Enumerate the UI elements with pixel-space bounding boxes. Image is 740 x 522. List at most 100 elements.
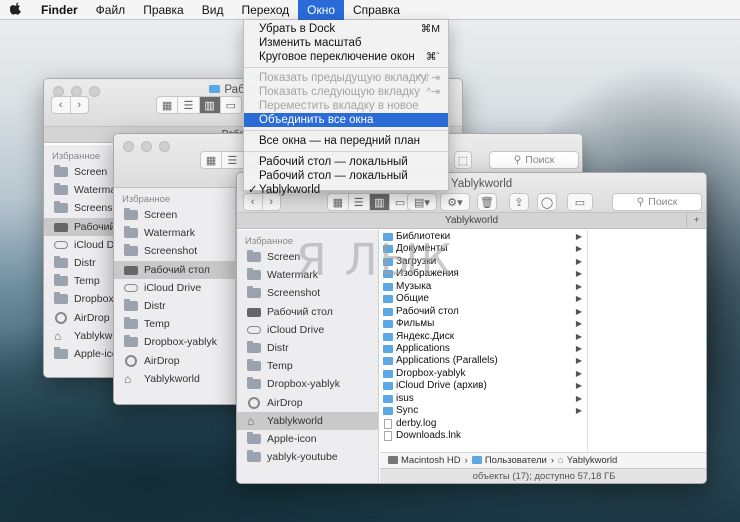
- view-mode-buttons[interactable]: ▦ ☰ ▥ ▭: [156, 96, 242, 114]
- back-arrow-icon[interactable]: ‹: [52, 97, 71, 113]
- sidebar-item-icloud[interactable]: iCloud Drive: [114, 279, 235, 297]
- menu-item-window-2[interactable]: Рабочий стол — локальный: [244, 169, 448, 183]
- disclosure-arrow-icon: ▶: [575, 406, 582, 416]
- list-item[interactable]: Dropbox-yablyk ▶: [380, 368, 587, 380]
- menu-file[interactable]: Файл: [87, 0, 135, 20]
- list-item[interactable]: Фильмы ▶: [380, 318, 587, 330]
- list-item[interactable]: Applications ▶: [380, 343, 587, 355]
- sidebar-item-icloud[interactable]: iCloud Drive: [44, 236, 115, 254]
- list-item[interactable]: Downloads.lnk: [380, 430, 587, 442]
- sidebar-item-dropbox[interactable]: Dropbox-yablyk: [114, 333, 235, 351]
- close-button[interactable]: [123, 141, 134, 152]
- zoom-button[interactable]: [159, 141, 170, 152]
- list-item[interactable]: Общие ▶: [380, 293, 587, 305]
- traffic-lights: [123, 141, 170, 152]
- tags-button[interactable]: ◯: [537, 193, 557, 211]
- list-item[interactable]: isus ▶: [380, 393, 587, 405]
- search-field[interactable]: ⚲ Поиск: [612, 193, 702, 211]
- folder-icon: ▭: [574, 196, 586, 209]
- menu-item-bring-all-front[interactable]: Все окна — на передний план: [244, 134, 448, 148]
- sidebar-item-airdrop[interactable]: AirDrop: [114, 352, 235, 370]
- list-item[interactable]: iCloud Drive (архив) ▶: [380, 380, 587, 392]
- share-button[interactable]: ⬚: [454, 151, 472, 169]
- sidebar-item-apple-icon[interactable]: Apple-icon: [44, 345, 115, 363]
- sidebar-item-desktop[interactable]: Рабочий стол: [237, 303, 378, 321]
- sidebar-item-watermark[interactable]: Watermark: [114, 224, 235, 242]
- share-button[interactable]: ⇪: [509, 193, 529, 211]
- folder-icon: [124, 208, 138, 220]
- sidebar-item-airdrop[interactable]: AirDrop: [44, 309, 115, 327]
- menu-item-window-3[interactable]: ✓ Yablykworld: [244, 183, 448, 197]
- icon-view-icon[interactable]: ▦: [201, 152, 223, 168]
- menu-item-merge-windows[interactable]: Объединить все окна: [244, 113, 448, 127]
- menu-edit[interactable]: Правка: [134, 0, 193, 20]
- menu-view[interactable]: Вид: [193, 0, 233, 20]
- menu-separator: [244, 67, 448, 68]
- sidebar-item-airdrop[interactable]: AirDrop: [237, 394, 378, 412]
- menu-bar: Finder Файл Правка Вид Переход Окно Спра…: [0, 0, 740, 20]
- list-view-icon[interactable]: ☰: [178, 97, 200, 113]
- sidebar-item-desktop[interactable]: Рабочий стол: [44, 217, 115, 236]
- sidebar-item-desktop[interactable]: Рабочий стол: [114, 260, 235, 279]
- window-title: ⌂Yablykworld: [437, 178, 513, 190]
- sidebar-item-youtube[interactable]: yablyk-youtube: [237, 448, 378, 466]
- sidebar-item-distr[interactable]: Distr: [237, 339, 378, 357]
- sidebar-item-watermark[interactable]: Watermark: [44, 181, 115, 199]
- sidebar-item-screenshot[interactable]: Screenshot: [237, 284, 378, 302]
- folder-icon: [383, 407, 393, 416]
- sidebar-item-screen[interactable]: Screen: [44, 163, 115, 181]
- folder-icon: [247, 286, 261, 299]
- minimize-button[interactable]: [141, 141, 152, 152]
- nav-buttons[interactable]: ‹ ›: [51, 96, 89, 114]
- sidebar-item-temp[interactable]: Temp: [44, 272, 115, 290]
- gallery-view-icon[interactable]: ▭: [221, 97, 241, 113]
- path-separator-icon: ›: [550, 455, 555, 466]
- menu-item-cycle-windows[interactable]: Круговое переключение окон ⌘`: [244, 50, 448, 64]
- sidebar-item-home[interactable]: ⌂Yablykworld: [114, 370, 235, 388]
- sidebar-item-home[interactable]: ⌂Yablykworld: [237, 411, 378, 430]
- path-item-users[interactable]: Пользователи: [471, 455, 547, 466]
- search-icon: ⚲: [636, 196, 645, 208]
- trash-button[interactable]: 🗑: [477, 193, 497, 211]
- list-item[interactable]: Sync ▶: [380, 405, 587, 417]
- tab-bar[interactable]: Yablykworld +: [237, 213, 706, 229]
- menu-item-zoom[interactable]: Изменить масштаб: [244, 36, 448, 50]
- menu-window[interactable]: Окно: [298, 0, 345, 20]
- folder-icon: [383, 382, 393, 391]
- menu-finder[interactable]: Finder: [32, 0, 87, 20]
- menu-item-minimize[interactable]: Убрать в Dock ⌘M: [244, 22, 448, 36]
- menu-item-window-1[interactable]: Рабочий стол — локальный: [244, 155, 448, 169]
- menu-go[interactable]: Переход: [232, 0, 298, 20]
- icon-view-icon[interactable]: ▦: [157, 97, 179, 113]
- sidebar-item-temp[interactable]: Temp: [114, 315, 235, 333]
- new-tab-button[interactable]: +: [686, 213, 706, 229]
- search-field[interactable]: ⚲ Поиск: [489, 151, 579, 169]
- path-item-disk[interactable]: Macintosh HD: [388, 455, 461, 466]
- sidebar-item-screenshot[interactable]: Screenshot: [44, 199, 115, 217]
- list-item[interactable]: Applications (Parallels) ▶: [380, 355, 587, 367]
- column-view-icon[interactable]: ▥: [199, 97, 221, 113]
- folder-icon: [54, 255, 68, 268]
- list-view-icon[interactable]: ☰: [222, 152, 244, 168]
- sidebar-item-dropbox[interactable]: Dropbox-yablyk: [237, 375, 378, 393]
- sidebar-item-distr[interactable]: Distr: [114, 297, 235, 315]
- folder-icon: [247, 450, 261, 463]
- path-item-home[interactable]: ⌂ Yablykworld: [558, 455, 617, 466]
- sidebar-item-home[interactable]: ⌂Yablykworld: [44, 327, 115, 345]
- apple-menu-icon[interactable]: [0, 2, 32, 18]
- menu-help[interactable]: Справка: [344, 0, 409, 20]
- sidebar-item-screenshot[interactable]: Screenshot: [114, 242, 235, 260]
- forward-arrow-icon[interactable]: ›: [71, 97, 89, 113]
- search-icon: ⚲: [513, 154, 522, 166]
- sidebar-item-dropbox[interactable]: Dropbox-yablyk: [44, 290, 115, 308]
- sidebar-item-screen[interactable]: Screen: [114, 206, 235, 224]
- sidebar-item-temp[interactable]: Temp: [237, 357, 378, 375]
- sidebar-item-icloud[interactable]: iCloud Drive: [237, 321, 378, 339]
- list-item[interactable]: derby.log: [380, 418, 587, 430]
- tag-icon: ◯: [540, 196, 554, 209]
- new-folder-button[interactable]: ▭: [567, 193, 593, 211]
- sidebar-item-apple-icon[interactable]: Apple-icon: [237, 430, 378, 448]
- list-item[interactable]: Рабочий стол ▶: [380, 306, 587, 318]
- list-item[interactable]: Яндекс.Диск ▶: [380, 331, 587, 343]
- sidebar-item-distr[interactable]: Distr: [44, 254, 115, 272]
